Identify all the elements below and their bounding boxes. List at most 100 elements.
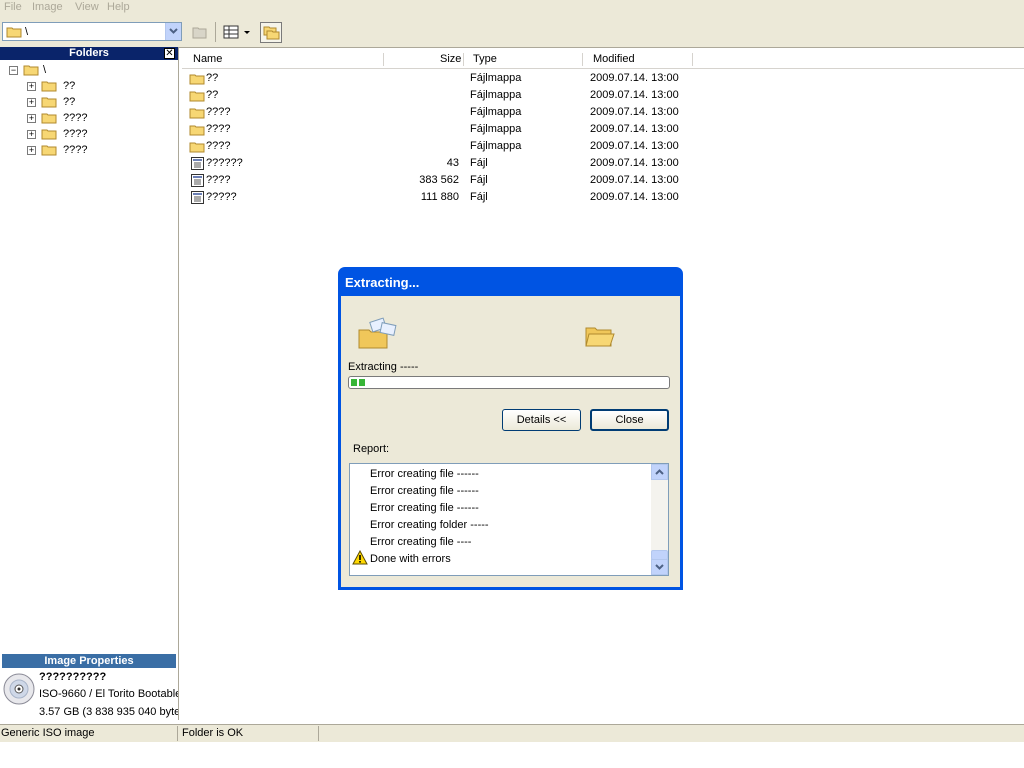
menu-file[interactable]: File — [4, 1, 22, 13]
column-divider[interactable] — [692, 53, 693, 66]
chevron-down-icon[interactable] — [165, 23, 181, 40]
report-line: Error creating file ------ — [370, 485, 479, 497]
dialog-title: Extracting... — [345, 275, 420, 290]
list-item[interactable]: ?? Fájlmappa 2009.07.14. 13:00 — [188, 70, 708, 87]
item-name: ?? — [206, 89, 219, 101]
path-combobox[interactable]: \ — [2, 22, 182, 41]
tree-item[interactable]: + ???? — [24, 111, 104, 127]
column-name[interactable]: Name — [193, 53, 222, 65]
expand-icon[interactable]: + — [27, 130, 36, 139]
item-modified: 2009.07.14. 13:00 — [590, 174, 679, 186]
details-view-icon — [223, 25, 250, 39]
column-type[interactable]: Type — [473, 53, 497, 65]
scroll-up-button[interactable] — [651, 464, 668, 480]
flying-papers-icon — [358, 317, 397, 349]
tree-item-label: ???? — [63, 112, 88, 124]
list-item[interactable]: ???? Fájlmappa 2009.07.14. 13:00 — [188, 121, 708, 138]
progress-segment — [351, 379, 357, 386]
up-folder-button[interactable] — [190, 22, 210, 43]
image-properties-title: Image Properties — [2, 654, 176, 668]
status-bar: Generic ISO image Folder is OK — [0, 724, 1024, 742]
close-button[interactable]: Close — [590, 409, 669, 431]
file-icon — [191, 174, 204, 187]
extract-button[interactable] — [260, 22, 282, 43]
report-line: Done with errors — [370, 553, 451, 565]
item-modified: 2009.07.14. 13:00 — [590, 106, 679, 118]
image-name: ?????????? — [39, 671, 107, 683]
tree-root-label: \ — [43, 64, 47, 76]
report-scrollbar[interactable] — [651, 464, 668, 575]
item-modified: 2009.07.14. 13:00 — [590, 140, 679, 152]
expand-icon[interactable]: + — [27, 146, 36, 155]
menu-view[interactable]: View — [75, 1, 99, 13]
list-item[interactable]: ???? Fájlmappa 2009.07.14. 13:00 — [188, 104, 708, 121]
folder-up-icon — [192, 27, 207, 39]
item-name: ?????? — [206, 157, 243, 169]
column-divider[interactable] — [383, 53, 384, 66]
item-type: Fájlmappa — [470, 89, 522, 101]
progress-bar — [348, 376, 670, 389]
item-size: 43 — [446, 157, 459, 169]
folder-icon — [41, 113, 57, 124]
tree-item[interactable]: + ?? — [24, 95, 104, 111]
report-line: Error creating file ------ — [370, 502, 479, 514]
list-item[interactable]: ????? 111 880 Fájl 2009.07.14. 13:00 — [188, 189, 708, 206]
folder-icon — [189, 142, 205, 153]
folders-panel-title: Folders — [0, 47, 178, 60]
expand-icon[interactable]: + — [27, 98, 36, 107]
folder-icon — [41, 145, 57, 156]
progress-segment — [359, 379, 365, 386]
item-modified: 2009.07.14. 13:00 — [590, 191, 679, 203]
view-mode-button[interactable] — [222, 22, 254, 43]
tree-root[interactable]: − \ — [6, 63, 66, 79]
folder-icon — [41, 129, 57, 140]
list-item[interactable]: ?? Fájlmappa 2009.07.14. 13:00 — [188, 87, 708, 104]
column-modified[interactable]: Modified — [593, 53, 635, 65]
report-line: Error creating file ------ — [370, 468, 479, 480]
expand-icon[interactable]: + — [27, 114, 36, 123]
tree-item-label: ?? — [63, 80, 76, 92]
file-icon — [191, 191, 204, 204]
status-image-type: Generic ISO image — [1, 727, 95, 739]
column-divider[interactable] — [463, 53, 464, 66]
list-item[interactable]: ???? 383 562 Fájl 2009.07.14. 13:00 — [188, 172, 708, 189]
menu-bar: File Image View Help — [0, 0, 1024, 17]
item-name: ????? — [206, 191, 237, 203]
tree-item-label: ?? — [63, 96, 76, 108]
item-name: ???? — [206, 140, 231, 152]
item-type: Fájl — [470, 191, 488, 203]
menu-help[interactable]: Help — [107, 1, 130, 13]
folder-icon — [189, 108, 205, 119]
item-name: ???? — [206, 106, 231, 118]
tree-item[interactable]: + ???? — [24, 127, 104, 143]
column-size[interactable]: Size — [440, 53, 461, 65]
status-divider — [177, 726, 178, 741]
list-item[interactable]: ???? Fájlmappa 2009.07.14. 13:00 — [188, 138, 708, 155]
expand-icon[interactable]: + — [27, 82, 36, 91]
folder-open-icon — [23, 65, 39, 76]
menu-image[interactable]: Image — [32, 1, 63, 13]
item-modified: 2009.07.14. 13:00 — [590, 72, 679, 84]
tree-item[interactable]: + ?? — [24, 79, 104, 95]
cd-icon — [3, 673, 35, 705]
list-item[interactable]: ?????? 43 Fájl 2009.07.14. 13:00 — [188, 155, 708, 172]
path-value: \ — [25, 26, 29, 38]
folder-icon — [41, 81, 57, 92]
collapse-icon[interactable]: − — [9, 66, 18, 75]
status-folder: Folder is OK — [182, 727, 244, 739]
item-modified: 2009.07.14. 13:00 — [590, 89, 679, 101]
details-button[interactable]: Details << — [502, 409, 581, 431]
folder-icon — [189, 125, 205, 136]
item-size: 111 880 — [420, 191, 459, 203]
tree-item-label: ???? — [63, 144, 88, 156]
open-folder-icon — [585, 327, 615, 347]
column-divider[interactable] — [582, 53, 583, 66]
tree-item[interactable]: + ???? — [24, 143, 104, 159]
folder-icon — [6, 27, 22, 38]
report-list[interactable]: Error creating file ------ Error creatin… — [349, 463, 669, 576]
close-icon[interactable]: ✕ — [164, 48, 175, 59]
image-size: 3.57 GB (3 838 935 040 bytes) — [39, 706, 178, 718]
item-type: Fájlmappa — [470, 106, 522, 118]
item-size: 383 562 — [419, 174, 459, 186]
scroll-down-button[interactable] — [651, 559, 668, 575]
